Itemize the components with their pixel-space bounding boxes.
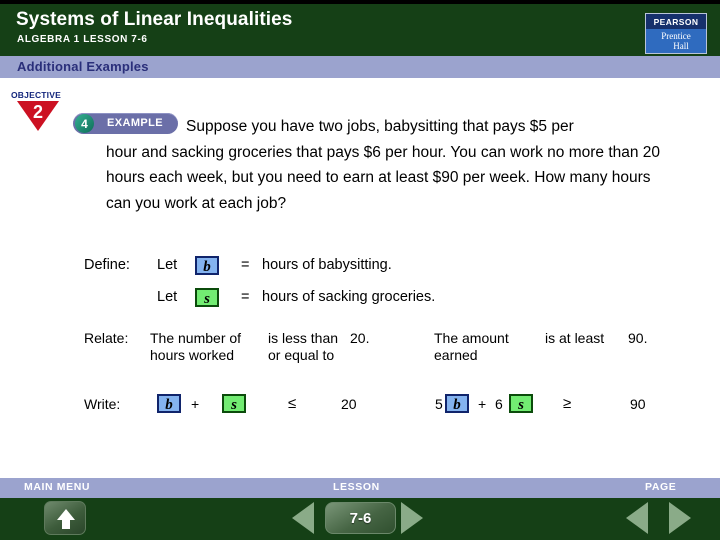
page-prev-arrow-icon[interactable]	[626, 502, 648, 534]
main-menu-label: MAIN MENU	[24, 481, 91, 493]
write-value-90: 90	[630, 396, 646, 412]
problem-line1: Suppose you have two jobs, babysitting t…	[186, 118, 574, 135]
section-label: Additional Examples	[17, 59, 149, 74]
section-bar: Additional Examples	[0, 56, 720, 78]
page-label: PAGE	[645, 481, 677, 493]
example-number: 4	[75, 114, 94, 133]
variable-chip-b-write-1: b	[157, 394, 181, 413]
example-badge: 4 EXAMPLE	[73, 113, 178, 134]
relate-cell-5: is at least	[545, 330, 605, 346]
footer-label-bar: MAIN MENU LESSON PAGE	[0, 478, 720, 498]
write-label: Write:	[84, 396, 121, 412]
define-label: Define:	[84, 257, 130, 273]
lesson-prev-arrow-icon[interactable]	[292, 502, 314, 534]
define-description-s: hours of sacking groceries.	[262, 289, 436, 305]
write-coefficient-6: 6	[495, 396, 503, 412]
relate-cell-3: 20.	[350, 330, 370, 346]
define-description-b: hours of babysitting.	[262, 257, 392, 273]
write-plus-2: +	[478, 396, 487, 412]
logo-prentice-hall-text: Prentice Hall	[646, 29, 706, 53]
write-value-20: 20	[341, 396, 357, 412]
variable-chip-s-write-1: s	[222, 394, 246, 413]
variable-chip-s-define: s	[195, 288, 219, 307]
write-coefficient-5: 5	[435, 396, 443, 412]
objective-number: 2	[32, 102, 43, 122]
write-less-equal: ≤	[288, 395, 297, 412]
logo-pearson-text: PEARSON	[646, 14, 706, 29]
define-equals-1: =	[241, 257, 250, 273]
home-arrow-icon	[57, 509, 75, 529]
problem-statement: Suppose you have two jobs, babysitting t…	[106, 114, 678, 212]
write-greater-equal: ≥	[563, 395, 572, 412]
relate-cell-4: The amount earned	[434, 330, 509, 363]
example-label: EXAMPLE	[107, 117, 163, 129]
lesson-number-button[interactable]: 7-6	[325, 502, 396, 534]
lesson-subtitle: ALGEBRA 1 LESSON 7-6	[17, 34, 148, 45]
relate-cell-1: The number of hours worked	[150, 330, 242, 363]
pearson-prentice-hall-logo: PEARSON Prentice Hall	[645, 13, 707, 54]
lesson-next-arrow-icon[interactable]	[401, 502, 423, 534]
objective-label: OBJECTIVE	[11, 90, 61, 100]
variable-chip-s-write-2: s	[509, 394, 533, 413]
relate-cell-2: is less than or equal to	[268, 330, 339, 363]
objective-badge: OBJECTIVE 2	[8, 90, 74, 134]
logo-line1: Prentice	[661, 31, 691, 41]
page-title: Systems of Linear Inequalities	[16, 9, 293, 30]
problem-rest: hour and sacking groceries that pays $6 …	[106, 143, 661, 212]
slide-header: Systems of Linear Inequalities ALGEBRA 1…	[0, 4, 720, 56]
lesson-label: LESSON	[333, 481, 380, 493]
relate-label: Relate:	[84, 330, 129, 346]
define-let-1: Let	[157, 257, 178, 273]
variable-chip-b-write-2: b	[445, 394, 469, 413]
logo-line2: Hall	[673, 41, 689, 51]
define-equals-2: =	[241, 289, 250, 305]
variable-chip-b-define: b	[195, 256, 219, 275]
write-plus-1: +	[191, 396, 200, 412]
relate-cell-6: 90.	[628, 330, 648, 346]
main-menu-home-button[interactable]	[44, 501, 86, 535]
define-let-2: Let	[157, 289, 178, 305]
page-next-arrow-icon[interactable]	[669, 502, 691, 534]
